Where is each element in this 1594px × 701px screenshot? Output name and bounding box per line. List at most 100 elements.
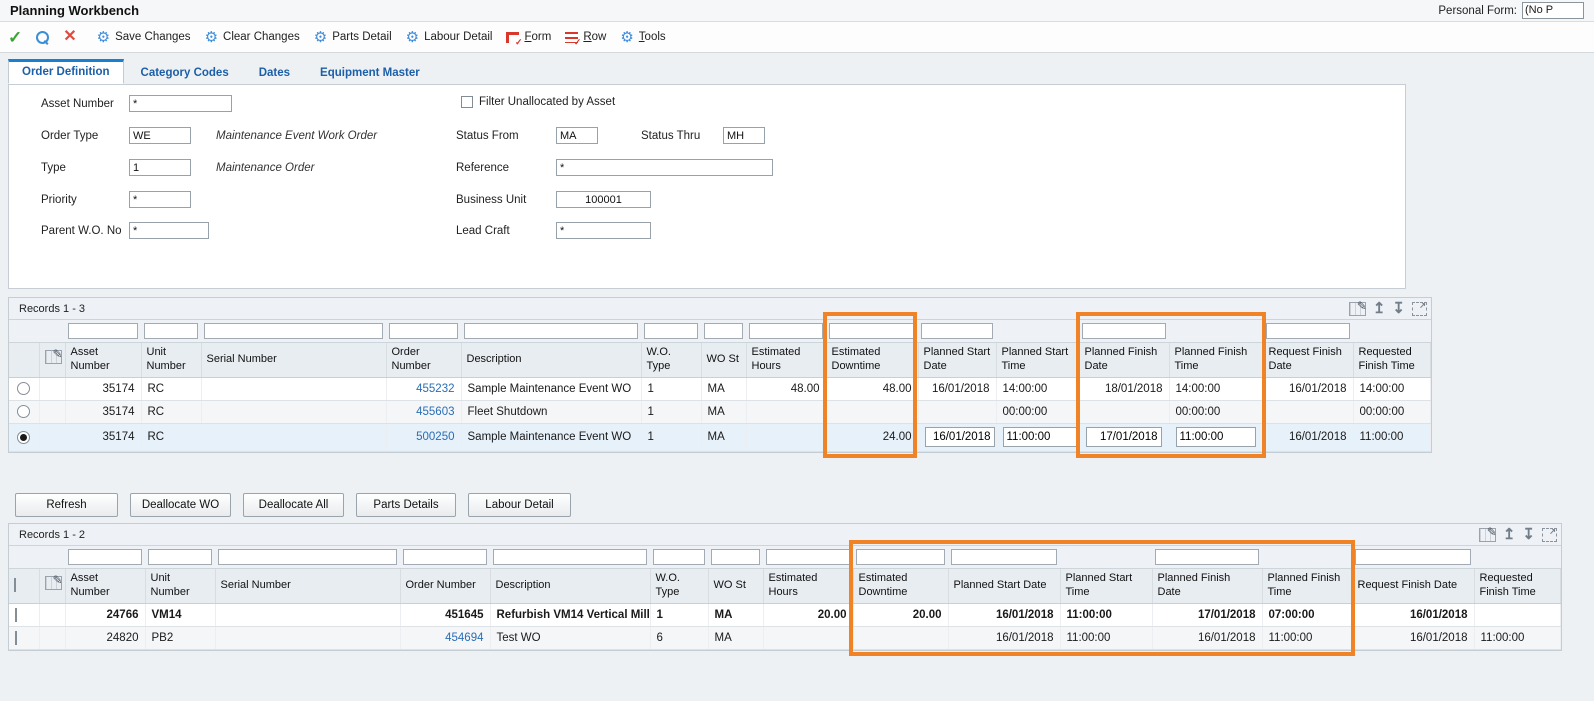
col-planned-finish-time[interactable]: Planned Finish Time	[1262, 568, 1352, 603]
col-request-finish-date[interactable]: Request Finish Date	[1352, 568, 1474, 603]
col-serial-number[interactable]: Serial Number	[201, 342, 386, 377]
grid2-filter-unit[interactable]	[148, 549, 212, 565]
planned-start-time-input[interactable]	[1003, 427, 1077, 447]
deallocate-all-button[interactable]: Deallocate All	[243, 493, 344, 517]
grid2-filter-est-downtime[interactable]	[856, 549, 945, 565]
planned-finish-date-input[interactable]	[1086, 427, 1162, 447]
grid1-filter-est-hours[interactable]	[749, 323, 823, 339]
col-asset-number[interactable]: Asset Number	[65, 568, 145, 603]
close-button[interactable]: ✕	[63, 29, 76, 45]
col-estimated-hours[interactable]: Estimated Hours	[746, 342, 826, 377]
grid2-filter-asset[interactable]	[68, 549, 142, 565]
col-asset-number[interactable]: Asset Number	[65, 342, 141, 377]
col-planned-finish-date[interactable]: Planned Finish Date	[1152, 568, 1262, 603]
col-description[interactable]: Description	[461, 342, 641, 377]
type-field[interactable]	[129, 159, 191, 176]
tab-equipment-master[interactable]: Equipment Master	[307, 63, 433, 84]
grid2-filter-planned-finish-date[interactable]	[1155, 549, 1259, 565]
row-select-checkbox[interactable]	[15, 631, 17, 645]
col-wo-type[interactable]: W.O. Type	[641, 342, 701, 377]
grid2-filter-wo-type[interactable]	[653, 549, 705, 565]
grid2-filter-serial[interactable]	[218, 549, 397, 565]
personal-form-select[interactable]: (No P	[1522, 2, 1584, 19]
col-planned-finish-time[interactable]: Planned Finish Time	[1169, 342, 1263, 377]
row-select-radio[interactable]	[17, 405, 30, 418]
parts-detail-button[interactable]: ⚙ Parts Detail	[314, 30, 392, 45]
tab-dates[interactable]: Dates	[246, 63, 303, 84]
grid1-filter-wo-type[interactable]	[644, 323, 698, 339]
grid1-filter-serial[interactable]	[204, 323, 383, 339]
maximize-grid-icon[interactable]	[1542, 528, 1557, 542]
col-order-number[interactable]: Order Number	[400, 568, 490, 603]
col-request-finish-date[interactable]: Request Finish Date	[1263, 342, 1353, 377]
save-changes-button[interactable]: ⚙ Save Changes	[97, 30, 191, 45]
grid2-filter-est-hours[interactable]	[766, 549, 850, 565]
grid1-filter-order[interactable]	[389, 323, 458, 339]
grid2-filter-planned-start-date[interactable]	[951, 549, 1057, 565]
grid1-filter-est-downtime[interactable]	[829, 323, 915, 339]
tools-menu[interactable]: ⚙ Tools	[620, 30, 665, 45]
labour-detail-button-2[interactable]: Labour Detail	[468, 493, 571, 517]
grid1-filter-planned-start-date[interactable]	[921, 323, 993, 339]
col-planned-finish-date[interactable]: Planned Finish Date	[1079, 342, 1169, 377]
col-planned-start-date[interactable]: Planned Start Date	[948, 568, 1060, 603]
find-button[interactable]	[36, 31, 49, 44]
grid1-filter-wo-st[interactable]	[704, 323, 743, 339]
col-unit-number[interactable]: Unit Number	[141, 342, 201, 377]
import-icon[interactable]: ↧	[1522, 527, 1535, 542]
status-thru-field[interactable]	[723, 127, 765, 144]
status-from-field[interactable]	[556, 127, 598, 144]
col-requested-finish-time[interactable]: Requested Finish Time	[1474, 568, 1561, 603]
row-select-checkbox[interactable]	[15, 608, 17, 622]
asset-number-field[interactable]	[129, 95, 232, 112]
col-estimated-hours[interactable]: Estimated Hours	[763, 568, 853, 603]
tab-order-definition[interactable]: Order Definition	[8, 59, 124, 84]
order-number-link[interactable]: 455232	[416, 383, 454, 395]
grid1-filter-request-finish-date[interactable]	[1266, 323, 1350, 339]
order-number-link[interactable]: 454694	[445, 632, 483, 644]
grid1-filter-desc[interactable]	[464, 323, 638, 339]
row-menu[interactable]: Row	[565, 31, 606, 43]
lead-craft-field[interactable]	[556, 222, 651, 239]
grid1-filter-asset[interactable]	[68, 323, 138, 339]
select-all-checkbox[interactable]	[14, 578, 16, 592]
clear-changes-button[interactable]: ⚙ Clear Changes	[205, 30, 300, 45]
deallocate-wo-button[interactable]: Deallocate WO	[130, 493, 231, 517]
col-planned-start-time[interactable]: Planned Start Time	[996, 342, 1079, 377]
parts-details-button[interactable]: Parts Details	[356, 493, 456, 517]
col-wo-st[interactable]: WO St	[708, 568, 763, 603]
col-serial-number[interactable]: Serial Number	[215, 568, 400, 603]
labour-detail-button[interactable]: ⚙ Labour Detail	[406, 30, 493, 45]
export-icon[interactable]: ↥	[1503, 527, 1516, 542]
export-icon[interactable]: ↥	[1373, 301, 1386, 316]
customize-grid-icon[interactable]	[1479, 528, 1496, 542]
col-wo-st[interactable]: WO St	[701, 342, 746, 377]
col-description[interactable]: Description	[490, 568, 650, 603]
parent-wo-field[interactable]	[129, 222, 209, 239]
order-number-link[interactable]: 500250	[416, 431, 454, 443]
col-unit-number[interactable]: Unit Number	[145, 568, 215, 603]
grid2-filter-desc[interactable]	[493, 549, 647, 565]
col-planned-start-date[interactable]: Planned Start Date	[918, 342, 996, 377]
row-select-radio[interactable]	[17, 382, 30, 395]
tab-category-codes[interactable]: Category Codes	[128, 63, 242, 84]
business-unit-field[interactable]	[556, 191, 651, 208]
order-type-field[interactable]	[129, 127, 191, 144]
maximize-grid-icon[interactable]	[1412, 302, 1427, 316]
planned-start-date-input[interactable]	[925, 427, 995, 447]
priority-field[interactable]	[129, 191, 191, 208]
col-order-number[interactable]: Order Number	[386, 342, 461, 377]
ok-button[interactable]: ✓	[8, 29, 22, 46]
col-requested-finish-time[interactable]: Requested Finish Time	[1353, 342, 1431, 377]
col-estimated-downtime[interactable]: Estimated Downtime	[853, 568, 948, 603]
grid2-filter-order[interactable]	[403, 549, 487, 565]
import-icon[interactable]: ↧	[1392, 301, 1405, 316]
filter-unallocated-checkbox[interactable]	[461, 96, 473, 108]
grid1-filter-unit[interactable]	[144, 323, 198, 339]
customize-grid-icon[interactable]	[1349, 302, 1366, 316]
grid1-filter-planned-finish-date[interactable]	[1082, 323, 1166, 339]
grid2-filter-request-finish-date[interactable]	[1355, 549, 1471, 565]
row-select-radio[interactable]	[17, 431, 30, 444]
col-estimated-downtime[interactable]: Estimated Downtime	[826, 342, 918, 377]
order-number-link[interactable]: 455603	[416, 406, 454, 418]
